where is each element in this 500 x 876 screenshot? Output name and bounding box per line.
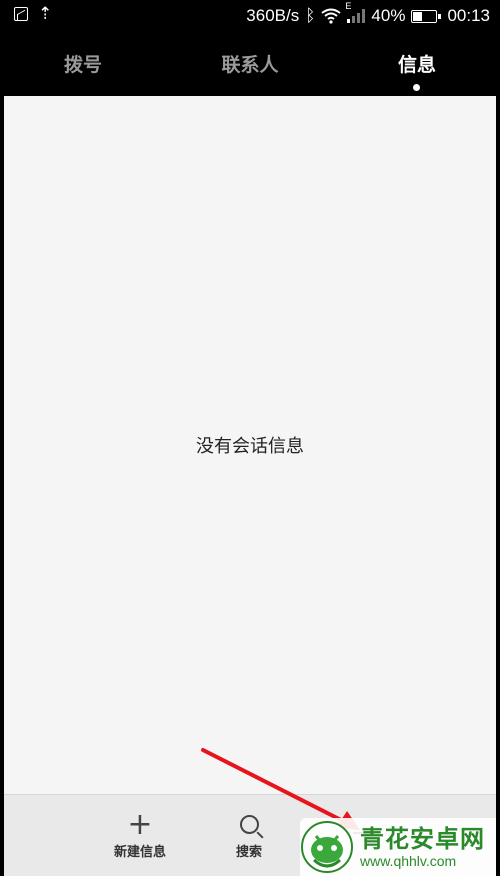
search-label: 搜索: [235, 845, 262, 860]
battery-icon: [411, 9, 442, 23]
network-type: E: [345, 1, 352, 11]
watermark-logo-icon: [301, 821, 353, 873]
status-right-info: 360B/s ᛒ E 40% 00:13: [246, 1, 490, 26]
tab-dialer[interactable]: 拨号: [0, 34, 166, 96]
plus-icon: +: [127, 807, 153, 842]
new-message-button[interactable]: + 新建信息: [100, 807, 180, 861]
tab-messages[interactable]: 信息: [334, 34, 500, 96]
bluetooth-icon: ᛒ: [305, 6, 316, 25]
signal-bars: [347, 9, 366, 23]
battery-percent: 40%: [371, 6, 406, 25]
tab-bar: 拨号 联系人 信息: [0, 34, 500, 96]
watermark-url: www.qhhlv.com: [360, 853, 457, 869]
phone-screen: ⇡ 360B/s ᛒ E 40% 00:13 拨号 联系人 信息 没有会话信息 …: [0, 0, 500, 876]
active-tab-indicator: [413, 84, 420, 91]
watermark-title: 青花安卓网: [360, 825, 485, 853]
search-button[interactable]: 搜索: [209, 809, 289, 860]
watermark: 青花安卓网 www.qhhlv.com: [300, 818, 496, 876]
network-speed: 360B/s: [246, 6, 300, 25]
signal-icon: E: [345, 1, 366, 23]
search-icon: [239, 815, 259, 834]
tab-messages-label: 信息: [397, 54, 436, 76]
status-left-icons: ⇡: [14, 4, 53, 24]
wifi-icon: [321, 8, 342, 24]
gallery-icon: [14, 7, 28, 21]
conversation-list: 没有会话信息: [4, 96, 496, 794]
upload-icon: ⇡: [38, 4, 53, 24]
clock: 00:13: [447, 6, 490, 25]
new-message-label: 新建信息: [113, 845, 166, 860]
tab-contacts[interactable]: 联系人: [166, 34, 334, 96]
empty-state-message: 没有会话信息: [196, 436, 304, 457]
status-bar: ⇡ 360B/s ᛒ E 40% 00:13: [0, 0, 500, 34]
